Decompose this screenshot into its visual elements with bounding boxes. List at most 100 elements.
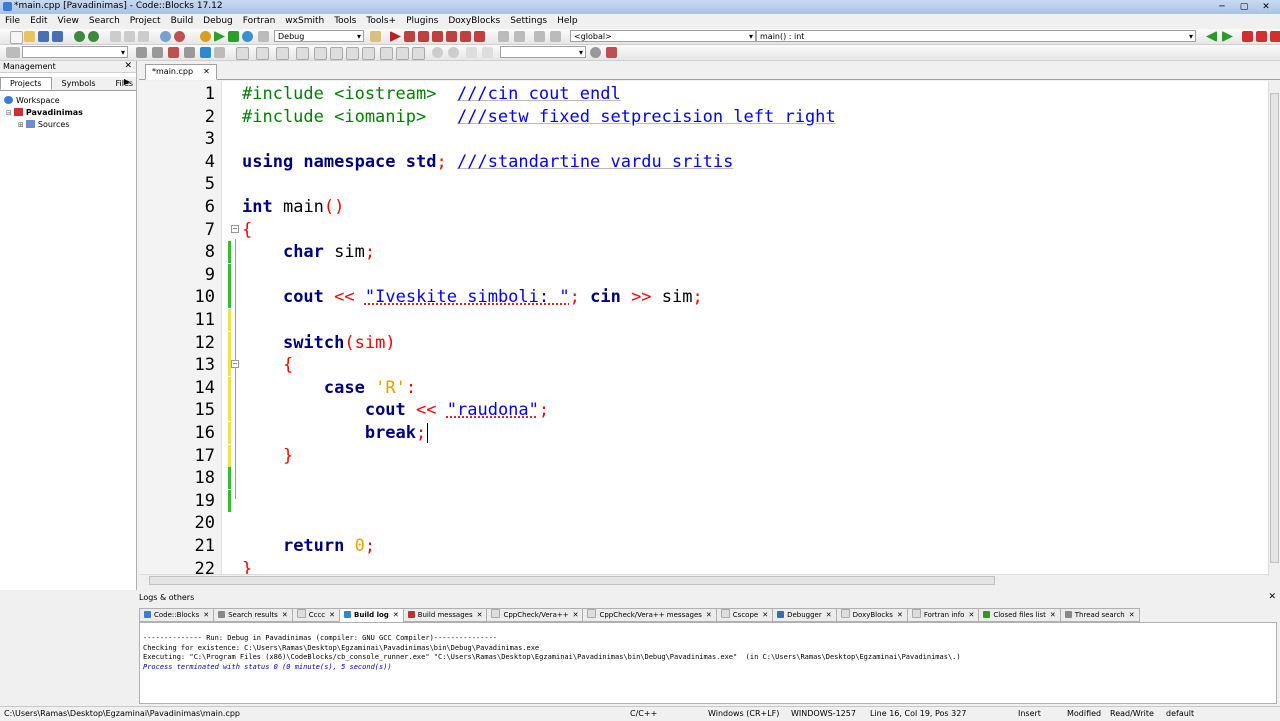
menu-debug[interactable]: Debug (198, 14, 238, 28)
tab-projects[interactable]: Projects (0, 77, 52, 90)
build-target-select[interactable]: Debug (274, 30, 364, 43)
paste-icon[interactable] (138, 31, 149, 42)
editor-tab-main-cpp[interactable]: *main.cpp ✕ (145, 64, 217, 80)
menu-view[interactable]: View (53, 14, 84, 28)
build-gear-icon[interactable] (200, 31, 211, 42)
fold-toggle-icon[interactable]: − (231, 360, 239, 369)
menu-project[interactable]: Project (125, 14, 166, 28)
build-log-output[interactable]: -------------- Run: Debug in Pavadinimas… (139, 622, 1277, 704)
tab-build-messages[interactable]: Build messages ✕ (402, 608, 488, 622)
debug-start-icon[interactable] (390, 31, 401, 42)
step-into-icon[interactable] (432, 31, 443, 42)
doc-line-icon[interactable] (256, 47, 269, 60)
thread-search-icon[interactable] (590, 47, 601, 58)
close-tab-icon[interactable]: ✕ (203, 67, 210, 76)
close-management-icon[interactable]: ✕ (124, 61, 132, 72)
tree-folder-sources[interactable]: ⊞ Sources (0, 119, 136, 131)
menu-help[interactable]: Help (552, 14, 583, 28)
menu-settings[interactable]: Settings (505, 14, 552, 28)
spell-icon[interactable] (466, 47, 477, 58)
step-out-icon[interactable] (446, 31, 457, 42)
doc-block-icon[interactable] (236, 47, 249, 60)
close-tab-icon[interactable]: ✕ (968, 611, 974, 619)
close-tab-icon[interactable]: ✕ (282, 611, 288, 619)
menu-file[interactable]: File (0, 14, 25, 28)
scroll-thumb[interactable] (1270, 93, 1279, 563)
thread-search-options-icon[interactable] (606, 47, 617, 58)
debugging-windows-icon[interactable] (534, 31, 545, 42)
next-instruction-icon[interactable] (460, 31, 471, 42)
scroll-thumb[interactable] (149, 576, 995, 585)
editor-horizontal-scrollbar[interactable] (139, 574, 1268, 586)
code-completion-select[interactable] (22, 46, 128, 59)
editor-vertical-scrollbar[interactable] (1268, 81, 1280, 576)
wx-icon-2[interactable] (396, 47, 409, 60)
close-tab-icon[interactable]: ✕ (329, 611, 335, 619)
jump-forward-icon[interactable] (1222, 31, 1233, 42)
tab-cppcheck[interactable]: CppCheck/Vera++ ✕ (486, 608, 584, 622)
open-file-icon[interactable] (24, 31, 35, 42)
close-tab-icon[interactable]: ✕ (762, 611, 768, 619)
tab-symbols[interactable]: Symbols (52, 77, 106, 90)
run-to-cursor-icon[interactable] (404, 31, 415, 42)
collapse-icon[interactable]: ⊟ (6, 109, 12, 117)
undo-icon[interactable] (74, 31, 85, 42)
tab-codeblocks-log[interactable]: Code::Blocks ✕ (139, 608, 215, 622)
replace-icon[interactable] (174, 31, 185, 42)
close-tab-icon[interactable]: ✕ (897, 611, 903, 619)
tab-scroll-right-icon[interactable]: ▶ (124, 77, 130, 86)
tab-search-results[interactable]: Search results ✕ (213, 608, 293, 622)
scope-select[interactable]: <global> (570, 30, 756, 43)
tab-debugger[interactable]: Debugger ✕ (772, 608, 837, 622)
function-select[interactable]: main() : int (756, 30, 1196, 43)
new-file-icon[interactable] (10, 31, 23, 44)
minimize-button[interactable]: ─ (1212, 1, 1232, 13)
menu-search[interactable]: Search (84, 14, 125, 28)
doxy-html-icon[interactable] (296, 47, 309, 60)
close-tab-icon[interactable]: ✕ (477, 611, 483, 619)
prev-icon[interactable] (136, 47, 147, 58)
copy-icon[interactable] (124, 31, 135, 42)
stop-debugger-icon[interactable] (514, 31, 525, 42)
refresh-icon[interactable] (482, 47, 493, 58)
menu-fortran[interactable]: Fortran (238, 14, 281, 28)
tab-thread-search[interactable]: Thread search ✕ (1059, 608, 1140, 622)
fortran-icon-2[interactable] (330, 47, 343, 60)
next-icon[interactable] (152, 47, 163, 58)
abbrev-icon[interactable] (200, 47, 211, 58)
tree-workspace[interactable]: Workspace (0, 95, 136, 107)
debug-window-icon[interactable] (370, 31, 381, 42)
next-line-icon[interactable] (418, 31, 429, 42)
jump-back-icon[interactable] (1206, 31, 1217, 42)
build-and-run-icon[interactable] (228, 31, 239, 42)
break-debugger-icon[interactable] (498, 31, 509, 42)
menu-build[interactable]: Build (166, 14, 199, 28)
close-tab-icon[interactable]: ✕ (1050, 611, 1056, 619)
menu-tools[interactable]: Tools (329, 14, 361, 28)
tab-fortran-info[interactable]: Fortran info ✕ (906, 608, 980, 622)
rebuild-icon[interactable] (242, 31, 253, 42)
highlight-icon[interactable] (168, 47, 179, 58)
step-into-instruction-icon[interactable] (474, 31, 485, 42)
tab-closed-files[interactable]: Closed files list ✕ (978, 608, 1061, 622)
close-tab-icon[interactable]: ✕ (826, 611, 832, 619)
cut-icon[interactable] (110, 31, 121, 42)
fortran-icon-4[interactable] (362, 47, 375, 60)
zoom-icon-1[interactable] (432, 47, 443, 58)
run-icon[interactable] (214, 31, 225, 42)
close-window-button[interactable]: ✕ (1256, 1, 1276, 13)
select-icon[interactable] (184, 47, 195, 58)
toggle-panel-icon[interactable] (6, 47, 20, 58)
toggle-bookmark-icon[interactable] (1242, 31, 1253, 42)
next-bookmark-icon[interactable] (1270, 31, 1280, 42)
doxy-run-icon[interactable] (276, 47, 289, 60)
save-icon[interactable] (38, 31, 49, 42)
fold-toggle-icon[interactable]: − (231, 224, 239, 233)
tab-cppcheck-messages[interactable]: CppCheck/Vera++ messages ✕ (582, 608, 717, 622)
wx-icon-1[interactable] (380, 47, 393, 60)
prev-bookmark-icon[interactable] (1256, 31, 1267, 42)
menu-edit[interactable]: Edit (25, 14, 52, 28)
code-editor[interactable]: 1 #include <iostream> ///cin cout endl 2… (139, 81, 1268, 576)
close-tab-icon[interactable]: ✕ (706, 611, 712, 619)
zoom-icon-2[interactable] (448, 47, 459, 58)
